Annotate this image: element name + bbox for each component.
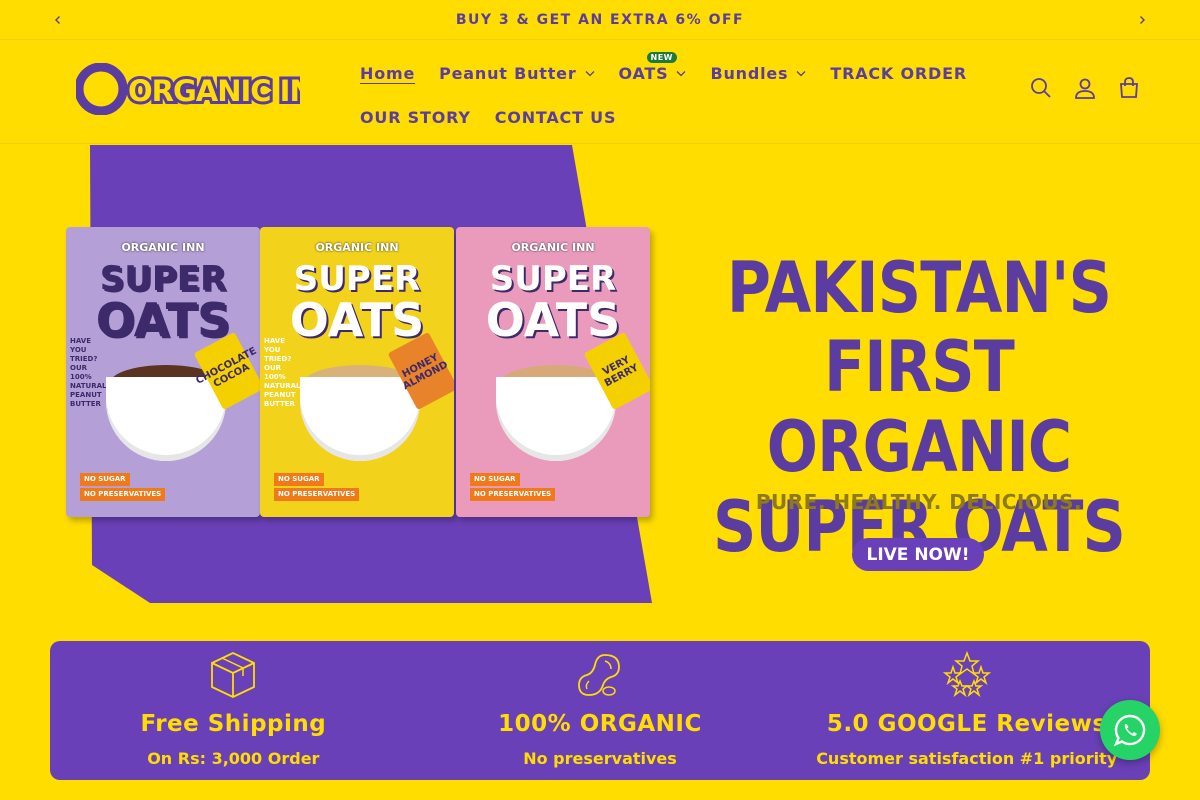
feature-title: Free Shipping (140, 711, 327, 737)
hero-banner[interactable]: ORGANIC INN SUPER OATS HAVE YOU TRIED? O… (0, 145, 1200, 605)
tag-no-sugar: NO SUGAR (80, 473, 130, 486)
nav-label: CONTACT US (494, 107, 617, 127)
feature-subtitle: Customer satisfaction #1 priority (816, 749, 1118, 768)
nav-item-oats[interactable]: NEW OATS (607, 51, 699, 83)
nav-item-contact-us[interactable]: CONTACT US (483, 108, 629, 127)
nav-label: Bundles (710, 63, 789, 83)
tag-no-sugar: NO SUGAR (470, 473, 520, 486)
site-header: ORGANIC INN Home Peanut Butter NEW OATS (0, 41, 1200, 144)
tag-no-preservatives: NO PRESERVATIVES (274, 488, 360, 501)
chevron-right-icon[interactable] (1132, 10, 1152, 30)
cart-icon[interactable] (1118, 77, 1140, 99)
box-title-super: SUPER (99, 259, 227, 299)
box-icon (211, 652, 256, 698)
logo[interactable]: ORGANIC INN (74, 62, 340, 116)
chevron-down-icon (796, 67, 806, 80)
tag-no-preservatives: NO PRESERVATIVES (80, 488, 166, 501)
product-box-honey-almond: ORGANIC INN SUPER OATS HAVE YOU TRIED? O… (260, 227, 454, 517)
feature-subtitle: On Rs: 3,000 Order (147, 749, 320, 768)
nav-item-bundles[interactable]: Bundles (698, 64, 818, 83)
box-tags: NO SUGAR NO PRESERVATIVES (80, 471, 166, 501)
hero-headline: PAKISTAN'S FIRST ORGANIC SUPER OATS (710, 249, 1128, 567)
features-strip: Free Shipping On Rs: 3,000 Order 100% OR… (50, 641, 1150, 780)
headline-line-2: FIRST ORGANIC (766, 326, 1072, 488)
headline-line-1: PAKISTAN'S (726, 247, 1112, 329)
box-title-super: SUPER (293, 259, 421, 299)
bowl-illustration (300, 377, 420, 461)
account-icon[interactable] (1074, 77, 1096, 99)
nav-label: TRACK ORDER (830, 63, 967, 83)
box-brand: ORGANIC INN (511, 241, 595, 254)
bowl-illustration (496, 377, 616, 461)
nav-item-our-story[interactable]: OUR STORY (348, 108, 483, 127)
whatsapp-button[interactable] (1100, 700, 1160, 760)
live-now-button[interactable]: LIVE NOW! (852, 538, 984, 571)
box-title-super: SUPER (489, 259, 617, 299)
product-boxes: ORGANIC INN SUPER OATS HAVE YOU TRIED? O… (66, 227, 658, 519)
hero-tagline: PURE. HEALTHY. DELICIOUS. (755, 490, 1083, 514)
box-side-text: HAVE YOU TRIED? OUR 100% NATURAL PEANUT … (70, 337, 107, 408)
whatsapp-icon (1113, 714, 1146, 747)
nav-label: Peanut Butter (439, 63, 577, 83)
feature-organic: 100% ORGANIC No preservatives (417, 641, 784, 780)
nav-row-1: Home Peanut Butter NEW OATS Bundles TRAC… (348, 51, 988, 95)
nav-item-peanut-butter[interactable]: Peanut Butter (427, 64, 606, 83)
main-nav: Home Peanut Butter NEW OATS Bundles TRAC… (348, 51, 988, 139)
box-tags: NO SUGAR NO PRESERVATIVES (274, 471, 360, 501)
nav-label: Home (360, 63, 416, 83)
chevron-down-icon (676, 67, 686, 80)
logo-text: ORGANIC INN (128, 74, 300, 108)
tag-no-preservatives: NO PRESERVATIVES (470, 488, 556, 501)
product-box-very-berry: ORGANIC INN SUPER OATS VERY BERRY NO SUG… (456, 227, 650, 517)
header-icons (1030, 77, 1140, 99)
feature-title: 5.0 GOOGLE Reviews (826, 711, 1107, 737)
search-icon[interactable] (1030, 77, 1052, 99)
chevron-down-icon (585, 67, 595, 80)
announcement-bar: BUY 3 & GET AN EXTRA 6% OFF (0, 0, 1200, 40)
nav-row-2: OUR STORY CONTACT US (348, 95, 988, 139)
nav-label: OATS (618, 63, 669, 83)
nav-item-home[interactable]: Home (348, 64, 427, 83)
feature-title: 100% ORGANIC (498, 711, 702, 737)
box-brand: ORGANIC INN (315, 241, 399, 254)
tag-no-sugar: NO SUGAR (274, 473, 324, 486)
feature-subtitle: No preservatives (523, 749, 677, 768)
new-badge: NEW (646, 51, 677, 63)
nav-item-track-order[interactable]: TRACK ORDER (818, 64, 979, 83)
box-side-text: HAVE YOU TRIED? OUR 100% NATURAL PEANUT … (264, 337, 301, 408)
nav-label: OUR STORY (360, 107, 471, 127)
product-box-chocolate: ORGANIC INN SUPER OATS HAVE YOU TRIED? O… (66, 227, 260, 517)
box-tags: NO SUGAR NO PRESERVATIVES (470, 471, 556, 501)
stars-icon (942, 651, 991, 698)
announcement-text: BUY 3 & GET AN EXTRA 6% OFF (455, 11, 745, 28)
peanut-icon (578, 654, 620, 696)
chevron-left-icon[interactable] (48, 10, 68, 30)
feature-google-reviews: 5.0 GOOGLE Reviews Customer satisfaction… (783, 641, 1150, 780)
box-brand: ORGANIC INN (121, 241, 205, 254)
feature-free-shipping: Free Shipping On Rs: 3,000 Order (50, 641, 417, 780)
